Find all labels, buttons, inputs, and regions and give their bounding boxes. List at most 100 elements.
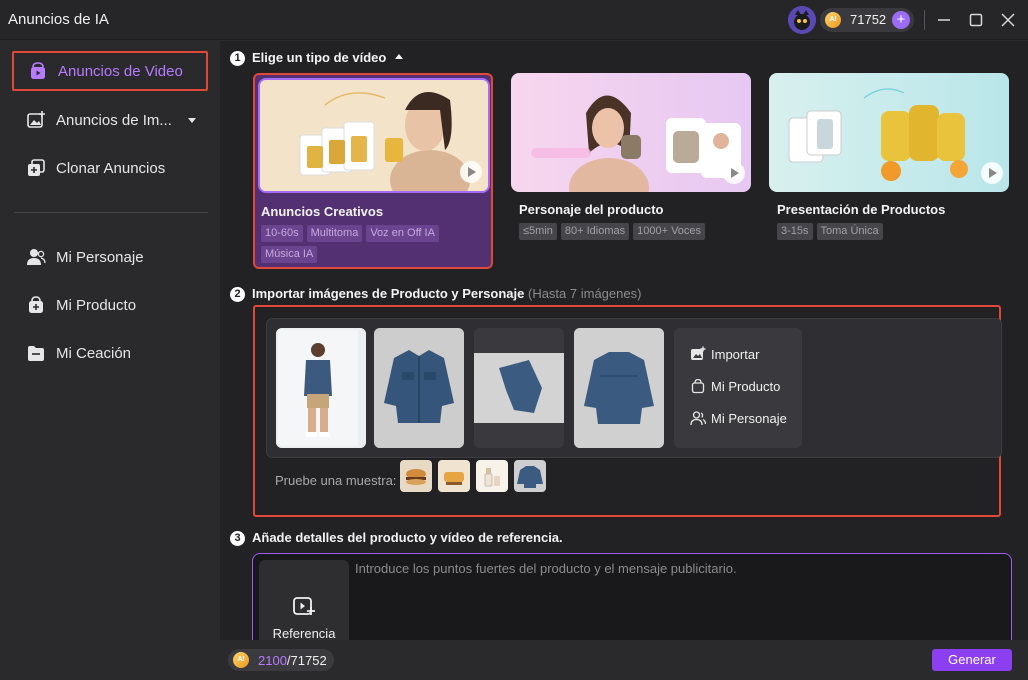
import-actions-panel: Importar Mi Producto Mi Personaje xyxy=(674,328,802,448)
sidebar-item-my-product[interactable]: Mi Producto xyxy=(12,285,208,325)
step-1-label: Elige un tipo de vídeo xyxy=(252,50,387,65)
titlebar-divider xyxy=(924,10,925,30)
tag: ≤5min xyxy=(519,223,557,240)
sample-image-perfume[interactable] xyxy=(476,460,508,492)
step-2-label: Importar imágenes de Producto y Personaj… xyxy=(252,286,525,301)
sidebar-divider xyxy=(14,212,208,213)
title-bar: Anuncios de IA AI 71752 + xyxy=(0,0,1028,40)
tag: 3-15s xyxy=(777,223,813,240)
maximize-icon[interactable] xyxy=(964,8,988,32)
shopping-bag-icon xyxy=(691,378,705,394)
cost-text: 2100/71752 xyxy=(258,653,327,668)
reference-label: Referencia xyxy=(272,626,336,641)
sidebar-item-label: Anuncios de Im... xyxy=(56,111,172,129)
person-icon xyxy=(27,249,46,265)
image-thumb-jacket-side[interactable] xyxy=(474,328,564,448)
product-bag-icon xyxy=(29,296,43,313)
video-type-card-character[interactable]: Personaje del producto ≤5min 80+ Idiomas… xyxy=(511,73,751,269)
cost-value: 2100 xyxy=(258,653,287,668)
tag: 80+ Idiomas xyxy=(560,223,630,240)
total-credits: /71752 xyxy=(286,653,327,668)
tag: Voz en Off IA xyxy=(366,225,439,242)
card-title: Anuncios Creativos xyxy=(261,204,384,219)
card-tags: 10-60s Multitoma Voz en Off IA Música IA xyxy=(261,225,489,263)
step-number: 1 xyxy=(230,51,245,67)
tag: 1000+ Voces xyxy=(633,223,706,240)
play-icon[interactable] xyxy=(460,161,482,183)
import-label: Importar xyxy=(711,346,760,362)
sample-image-burger[interactable] xyxy=(400,460,432,492)
my-product-button[interactable]: Mi Producto xyxy=(690,378,780,394)
play-icon[interactable] xyxy=(723,162,745,184)
details-textarea[interactable]: Introduce los puntos fuertes del product… xyxy=(355,561,737,576)
add-credits-button[interactable]: + xyxy=(892,11,910,29)
step-2-heading: 2 Importar imágenes de Producto y Persona… xyxy=(230,286,642,303)
step-1-heading[interactable]: 1 Elige un tipo de vídeo xyxy=(230,50,404,67)
card-tags: 3-15s Toma Única xyxy=(777,223,1005,240)
sample-image-food[interactable] xyxy=(438,460,470,492)
sidebar-item-label: Mi Ceación xyxy=(56,344,132,362)
product-details-panel: Referencia Introduce los puntos fuertes … xyxy=(252,553,1012,660)
bottom-bar: AI 2100/71752 Generar xyxy=(220,640,1028,680)
video-add-icon xyxy=(293,597,315,615)
video-type-card-creative[interactable]: Anuncios Creativos 10-60s Multitoma Voz … xyxy=(253,73,493,269)
credit-cost: AI 2100/71752 xyxy=(228,649,334,671)
image-thumb-jacket-back[interactable] xyxy=(574,328,664,448)
chevron-down-icon[interactable] xyxy=(186,114,198,126)
play-icon[interactable] xyxy=(981,162,1003,184)
sidebar-item-label: Mi Producto xyxy=(56,296,137,314)
tag: Toma Única xyxy=(816,223,883,240)
step-3-heading: 3 Añade detalles del producto y vídeo de … xyxy=(230,530,563,547)
sample-image-jacket[interactable] xyxy=(514,460,546,492)
card-tags: ≤5min 80+ Idiomas 1000+ Voces xyxy=(519,223,747,240)
generate-button[interactable]: Generar xyxy=(932,649,1012,671)
sidebar-item-clone-ads[interactable]: Clonar Anuncios xyxy=(12,148,208,188)
tag: Música IA xyxy=(261,246,318,263)
tag: Multitoma xyxy=(306,225,363,242)
import-button[interactable]: Importar xyxy=(690,346,759,362)
step-2-hint: (Hasta 7 imágenes) xyxy=(527,286,642,301)
card-preview-image xyxy=(769,73,1009,192)
my-character-button[interactable]: Mi Personaje xyxy=(690,410,787,426)
chevron-up-icon[interactable] xyxy=(394,52,404,62)
card-title: Presentación de Productos xyxy=(777,202,946,217)
image-ad-icon xyxy=(27,111,45,128)
user-avatar[interactable] xyxy=(788,6,816,34)
sidebar-item-video-ads[interactable]: Anuncios de Video xyxy=(12,51,208,91)
folder-icon xyxy=(28,346,44,361)
sidebar: Anuncios de Video Anuncios de Im... Clon… xyxy=(0,41,220,680)
video-bag-icon xyxy=(31,62,45,79)
credits-value: 71752 xyxy=(850,12,887,27)
card-title: Personaje del producto xyxy=(519,202,664,217)
coin-icon: AI xyxy=(825,12,841,28)
sidebar-item-my-character[interactable]: Mi Personaje xyxy=(12,237,208,277)
sample-label: Pruebe una muestra: xyxy=(275,473,397,488)
tag: 10-60s xyxy=(261,225,303,242)
person-icon xyxy=(690,411,706,426)
step-3-label: Añade detalles del producto y vídeo de r… xyxy=(252,530,563,545)
credits-balance[interactable]: AI 71752 + xyxy=(820,8,914,32)
card-preview-image xyxy=(258,78,490,193)
image-thumb-jacket-front[interactable] xyxy=(374,328,464,448)
step-number: 3 xyxy=(230,531,245,547)
close-icon[interactable] xyxy=(996,8,1020,32)
sidebar-item-my-creation[interactable]: Mi Ceación xyxy=(12,333,208,373)
card-preview-image xyxy=(511,73,751,192)
my-product-label: Mi Producto xyxy=(711,378,781,394)
minimize-icon[interactable] xyxy=(932,8,956,32)
image-tray: Importar Mi Producto Mi Personaje xyxy=(266,318,1002,458)
clone-icon xyxy=(28,159,45,176)
main-content: 1 Elige un tipo de vídeo Anuncios Creativ… xyxy=(220,41,1028,660)
app-title: Anuncios de IA xyxy=(8,11,109,28)
coin-icon: AI xyxy=(233,652,249,668)
image-thumb-person[interactable] xyxy=(276,328,366,448)
import-images-panel: Importar Mi Producto Mi Personaje Pruebe… xyxy=(253,305,1002,517)
sidebar-item-image-ads[interactable]: Anuncios de Im... xyxy=(12,100,208,140)
step-number: 2 xyxy=(230,287,245,303)
sidebar-item-label: Anuncios de Video xyxy=(58,62,183,80)
sidebar-item-label: Mi Personaje xyxy=(56,248,144,266)
my-character-label: Mi Personaje xyxy=(711,410,787,426)
video-type-card-presentation[interactable]: Presentación de Productos 3-15s Toma Úni… xyxy=(769,73,1009,269)
image-add-icon xyxy=(691,346,706,360)
sidebar-item-label: Clonar Anuncios xyxy=(56,159,166,177)
